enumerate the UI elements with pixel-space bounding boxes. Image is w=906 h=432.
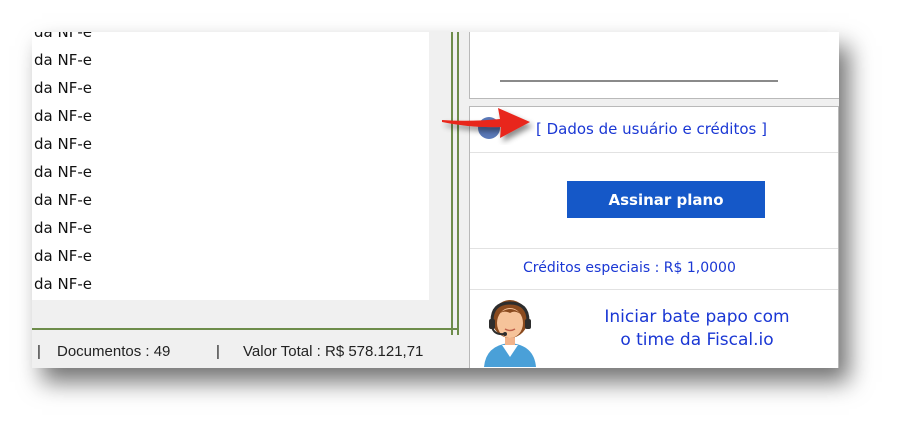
document-list[interactable]: da NF-e da NF-e da NF-e da NF-e da NF-e …	[32, 32, 429, 300]
info-box	[469, 32, 839, 99]
status-separator: |	[216, 343, 220, 360]
account-panel: [ Dados de usuário e créditos ] Assinar …	[469, 106, 839, 368]
plan-section: Assinar plano	[470, 153, 838, 249]
subscribe-plan-button[interactable]: Assinar plano	[567, 181, 765, 218]
user-credits-link[interactable]: [ Dados de usuário e créditos ]	[536, 120, 767, 138]
chat-line-1: Iniciar bate papo com	[604, 307, 790, 327]
special-credits-text: Créditos especiais : R$ 1,0000	[523, 260, 736, 276]
chat-label: Iniciar bate papo com o time da Fiscal.i…	[582, 306, 812, 352]
status-bar: | Documentos : 49 | Valor Total : R$ 578…	[32, 335, 464, 368]
status-separator: |	[37, 343, 41, 360]
panel-divider	[457, 32, 459, 337]
list-item[interactable]: da NF-e	[34, 162, 92, 182]
list-item[interactable]: da NF-e	[34, 246, 92, 266]
support-agent-icon	[484, 300, 536, 367]
list-item[interactable]: da NF-e	[34, 190, 92, 210]
red-arrow-icon	[442, 108, 530, 138]
panel-divider	[32, 328, 459, 330]
list-item[interactable]: da NF-e	[34, 78, 92, 98]
start-chat-button[interactable]: Iniciar bate papo com o time da Fiscal.i…	[470, 291, 838, 368]
list-item[interactable]: da NF-e	[34, 134, 92, 154]
list-item[interactable]: da NF-e	[34, 32, 92, 42]
list-item[interactable]: da NF-e	[34, 106, 92, 126]
total-value: Valor Total : R$ 578.121,71	[243, 343, 424, 360]
list-item[interactable]: da NF-e	[34, 274, 92, 294]
divider-line	[500, 80, 778, 82]
list-item[interactable]: da NF-e	[34, 218, 92, 238]
list-item[interactable]: da NF-e	[34, 50, 92, 70]
documents-count: Documentos : 49	[57, 343, 171, 360]
credits-section: Créditos especiais : R$ 1,0000	[470, 249, 838, 290]
app-window: da NF-e da NF-e da NF-e da NF-e da NF-e …	[32, 32, 839, 368]
chat-line-2: o time da Fiscal.io	[620, 330, 774, 350]
panel-divider	[451, 32, 453, 337]
list-scrollbar[interactable]	[429, 32, 447, 300]
